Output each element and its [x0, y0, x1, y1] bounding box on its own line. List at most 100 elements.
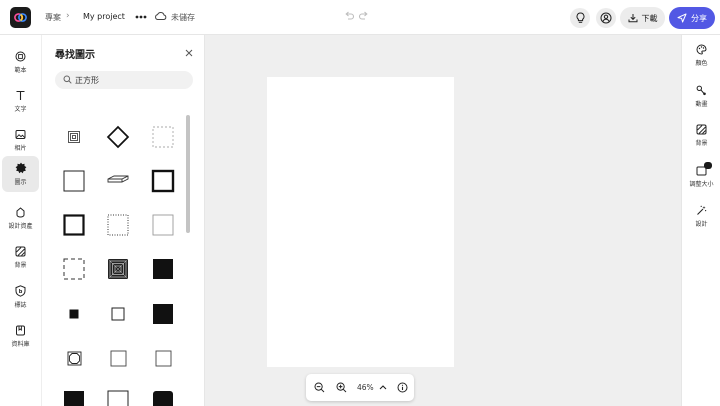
light-square-icon	[152, 214, 174, 236]
rail-label: 背景	[695, 140, 708, 147]
shape-result[interactable]	[58, 298, 90, 330]
dotted-square-icon	[107, 214, 129, 236]
rail-item-icons[interactable]: 圖示	[2, 156, 39, 192]
user-share-icon	[600, 12, 612, 24]
template-icon	[15, 51, 26, 61]
square-outline-icon	[63, 170, 85, 192]
shape-result[interactable]	[147, 386, 179, 406]
panel-scrollbar[interactable]	[186, 115, 190, 233]
app-logo[interactable]	[10, 7, 31, 28]
zoom-out-button[interactable]	[312, 380, 326, 394]
bold-square-outline-icon	[63, 214, 85, 236]
rail-item-design-assets[interactable]: 設計資產	[2, 200, 39, 236]
filled-square-icon	[64, 391, 84, 406]
share-button[interactable]: 分享	[669, 7, 715, 29]
chevron-up-icon	[379, 385, 387, 390]
design-assets-icon	[16, 206, 25, 217]
zoom-out-icon	[314, 382, 324, 392]
shape-result[interactable]	[102, 298, 134, 330]
shape-result[interactable]	[58, 121, 90, 153]
palette-icon	[696, 44, 707, 55]
project-name[interactable]: My project	[83, 12, 125, 21]
shape-result[interactable]	[102, 253, 134, 285]
download-button[interactable]: 下載	[620, 7, 665, 29]
shape-result[interactable]	[102, 386, 134, 406]
logo-icon: b	[15, 285, 26, 297]
redo-icon[interactable]	[358, 11, 369, 21]
rail-label: 設計	[695, 221, 708, 228]
shape-result[interactable]	[58, 253, 90, 285]
download-icon	[628, 14, 637, 23]
more-options-button[interactable]	[134, 9, 148, 25]
rail-item-animation[interactable]: 動畫	[682, 85, 720, 108]
shape-result[interactable]	[102, 165, 134, 197]
rail-label: 圖示	[14, 179, 27, 186]
rail-label: 顏色	[695, 60, 708, 67]
premium-badge	[704, 162, 712, 169]
small-filled-square-icon	[69, 309, 79, 319]
shape-result[interactable]	[58, 165, 90, 197]
rail-item-library[interactable]: 資料庫	[2, 318, 39, 354]
icon-search-panel: 尋找圖示	[41, 35, 205, 406]
rail-item-photos[interactable]: 相片	[2, 122, 39, 158]
rail-label: 相片	[14, 144, 27, 152]
rail-label: 設計資產	[8, 222, 33, 230]
magic-wand-icon	[697, 205, 707, 215]
dashed-bracket-square-icon	[63, 258, 85, 280]
rail-label: 動畫	[695, 101, 708, 108]
rail-item-background[interactable]: 背景	[682, 124, 720, 147]
rail-item-logo[interactable]: b 標誌	[2, 279, 39, 315]
breadcrumb-separator: ›	[66, 11, 70, 21]
rail-item-design[interactable]: 設計	[682, 205, 720, 228]
square-outline-icon	[110, 350, 126, 366]
shape-result[interactable]	[58, 386, 90, 406]
animation-icon	[696, 85, 706, 96]
filled-square-icon	[153, 259, 173, 279]
shape-result[interactable]	[147, 165, 179, 197]
undo-icon[interactable]	[344, 11, 355, 21]
zoom-bar: 46%	[306, 374, 414, 401]
shape-result[interactable]	[102, 121, 134, 153]
breadcrumb-home[interactable]: 專案	[45, 12, 61, 23]
save-status: 未儲存	[171, 13, 195, 22]
zoom-in-icon	[336, 382, 346, 392]
spiral-square-icon	[107, 258, 129, 280]
concentric-square-icon	[68, 131, 80, 143]
shape-result[interactable]	[102, 209, 134, 241]
rail-item-resize[interactable]: 調整大小	[682, 162, 720, 188]
zoom-in-button[interactable]	[334, 380, 348, 394]
share-label: 分享	[691, 13, 707, 23]
shape-result[interactable]	[147, 253, 179, 285]
octagon-square-icon	[67, 351, 81, 365]
shape-result[interactable]	[147, 121, 179, 153]
top-bar: 專案 › My project 未儲存 下載 分享	[0, 0, 720, 35]
rail-label: 調整大小	[689, 181, 714, 188]
shape-result[interactable]	[102, 342, 134, 374]
adobe-express-logo-icon	[14, 13, 27, 22]
ideas-button[interactable]	[570, 8, 590, 28]
invite-button[interactable]	[596, 8, 616, 28]
shape-result[interactable]	[58, 342, 90, 374]
rail-item-background[interactable]: 背景	[2, 239, 39, 275]
panel-title: 尋找圖示	[55, 50, 95, 61]
zoom-menu-button[interactable]	[376, 380, 390, 394]
search-input[interactable]	[75, 71, 185, 89]
download-label: 下載	[641, 13, 658, 23]
info-icon	[397, 382, 407, 392]
design-page[interactable]	[267, 77, 454, 367]
shape-result[interactable]	[147, 209, 179, 241]
shape-result[interactable]	[58, 209, 90, 241]
info-button[interactable]	[395, 380, 409, 394]
rail-item-text[interactable]: 文字	[2, 83, 39, 119]
shape-result[interactable]	[147, 298, 179, 330]
close-icon[interactable]	[184, 48, 194, 58]
rail-item-templates[interactable]: 範本	[2, 44, 39, 80]
shape-result[interactable]	[147, 342, 179, 374]
zoom-level[interactable]: 46%	[357, 383, 374, 392]
filled-square-icon	[153, 304, 173, 324]
send-icon	[677, 13, 687, 23]
icons-icon	[15, 162, 26, 174]
rail-item-color[interactable]: 顏色	[682, 44, 720, 67]
lightbulb-icon	[576, 12, 584, 23]
background-icon	[696, 124, 707, 135]
